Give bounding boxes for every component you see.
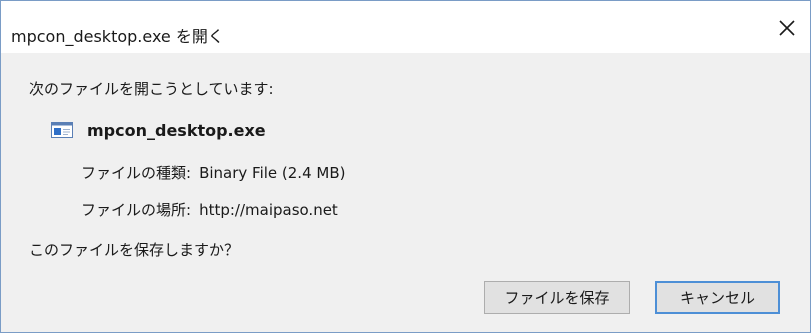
file-type-label: ファイルの種類: bbox=[81, 164, 192, 182]
save-question-text: このファイルを保存しますか？ bbox=[29, 241, 240, 259]
close-icon bbox=[779, 20, 795, 36]
open-prompt-text: 次のファイルを開こうとしています: bbox=[29, 80, 274, 98]
title-bar: mpcon_desktop.exe を開く bbox=[1, 1, 810, 53]
file-source-value: http://maipaso.net bbox=[199, 201, 338, 219]
file-open-dialog: mpcon_desktop.exe を開く 次のファイルを開こうとしています: … bbox=[0, 0, 811, 333]
exe-file-icon bbox=[51, 122, 73, 138]
file-name: mpcon_desktop.exe bbox=[87, 120, 266, 140]
save-file-button[interactable]: ファイルを保存 bbox=[484, 281, 630, 314]
file-source-label: ファイルの場所: bbox=[81, 201, 192, 219]
file-type-value: Binary File (2.4 MB) bbox=[199, 164, 346, 182]
close-button[interactable] bbox=[774, 15, 800, 41]
window-title: mpcon_desktop.exe を開く bbox=[11, 27, 224, 46]
cancel-button[interactable]: キャンセル bbox=[655, 281, 780, 314]
file-info-row: mpcon_desktop.exe bbox=[51, 119, 266, 141]
file-source-row: ファイルの場所: http://maipaso.net bbox=[81, 199, 338, 220]
file-type-row: ファイルの種類: Binary File (2.4 MB) bbox=[81, 162, 345, 183]
